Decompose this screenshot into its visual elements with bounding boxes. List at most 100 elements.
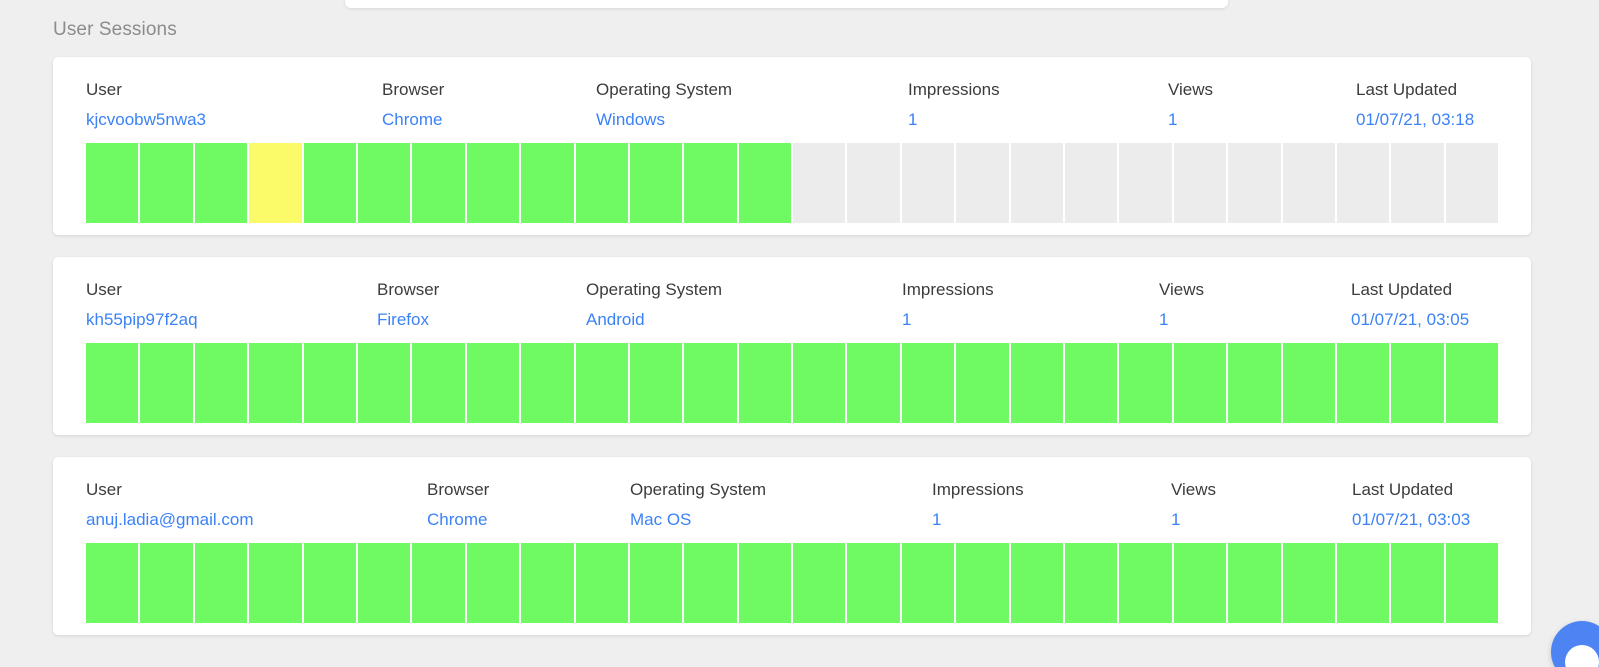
- activity-segment-gray[interactable]: [1282, 143, 1335, 223]
- activity-segment-green[interactable]: [901, 543, 955, 623]
- column-value-impressions[interactable]: 1: [908, 111, 1000, 128]
- column-value-user[interactable]: anuj.ladia@gmail.com: [86, 511, 254, 528]
- activity-segment-green[interactable]: [738, 343, 792, 423]
- activity-segment-gray[interactable]: [847, 143, 900, 223]
- activity-segment-green[interactable]: [575, 143, 628, 223]
- activity-segment-green[interactable]: [466, 343, 520, 423]
- activity-segment-green[interactable]: [521, 543, 574, 623]
- activity-segment-green[interactable]: [412, 343, 465, 423]
- activity-segment-green[interactable]: [303, 343, 356, 423]
- activity-segment-green[interactable]: [466, 543, 520, 623]
- activity-segment-green[interactable]: [466, 143, 520, 223]
- activity-segment-green[interactable]: [1010, 343, 1064, 423]
- column-value-browser[interactable]: Firefox: [377, 311, 439, 328]
- activity-segment-green[interactable]: [793, 543, 846, 623]
- activity-segment-green[interactable]: [194, 543, 248, 623]
- activity-segment-green[interactable]: [1119, 343, 1172, 423]
- activity-segment-green[interactable]: [956, 343, 1009, 423]
- activity-segment-green[interactable]: [1282, 543, 1335, 623]
- activity-segment-green[interactable]: [575, 543, 628, 623]
- column-value-views[interactable]: 1: [1168, 111, 1213, 128]
- activity-segment-green[interactable]: [1065, 343, 1118, 423]
- activity-segment-green[interactable]: [629, 143, 683, 223]
- activity-segment-green[interactable]: [1010, 543, 1064, 623]
- activity-segment-green[interactable]: [1228, 543, 1281, 623]
- activity-segment-green[interactable]: [1282, 343, 1335, 423]
- activity-segment-green[interactable]: [629, 343, 683, 423]
- column-value-impressions[interactable]: 1: [932, 511, 1024, 528]
- activity-segment-green[interactable]: [629, 543, 683, 623]
- activity-segment-green[interactable]: [956, 543, 1009, 623]
- column-value-last-updated[interactable]: 01/07/21, 03:18: [1356, 111, 1474, 128]
- column-value-operating-system[interactable]: Windows: [596, 111, 732, 128]
- activity-segment-gray[interactable]: [956, 143, 1009, 223]
- activity-segment-gray[interactable]: [1228, 143, 1281, 223]
- activity-segment-green[interactable]: [1065, 543, 1118, 623]
- activity-segment-green[interactable]: [194, 343, 248, 423]
- activity-segment-green[interactable]: [521, 343, 574, 423]
- activity-segment-green[interactable]: [738, 543, 792, 623]
- activity-segment-green[interactable]: [412, 543, 465, 623]
- activity-segment-gray[interactable]: [1336, 143, 1390, 223]
- column-value-operating-system[interactable]: Android: [586, 311, 722, 328]
- activity-segment-green[interactable]: [86, 543, 139, 623]
- activity-segment-green[interactable]: [1119, 543, 1172, 623]
- session-columns: User kjcvoobw5nwa3 Browser Chrome Operating …: [86, 81, 1498, 137]
- activity-segment-green[interactable]: [140, 143, 193, 223]
- activity-segment-green[interactable]: [847, 343, 900, 423]
- activity-segment-green[interactable]: [901, 343, 955, 423]
- activity-segment-gray[interactable]: [1010, 143, 1064, 223]
- column-value-user[interactable]: kjcvoobw5nwa3: [86, 111, 206, 128]
- column-header-user: User: [86, 80, 122, 99]
- activity-segment-green[interactable]: [793, 343, 846, 423]
- activity-segment-yellow[interactable]: [249, 143, 302, 223]
- activity-segment-green[interactable]: [1391, 543, 1444, 623]
- activity-segment-green[interactable]: [1445, 343, 1499, 423]
- column-value-browser[interactable]: Chrome: [427, 511, 489, 528]
- activity-segment-gray[interactable]: [1173, 143, 1227, 223]
- chat-fab-button[interactable]: [1551, 621, 1599, 667]
- activity-segment-green[interactable]: [303, 143, 356, 223]
- activity-segment-green[interactable]: [521, 143, 574, 223]
- activity-segment-green[interactable]: [357, 143, 411, 223]
- activity-segment-green[interactable]: [1445, 543, 1499, 623]
- column-value-impressions[interactable]: 1: [902, 311, 994, 328]
- activity-segment-green[interactable]: [684, 143, 737, 223]
- activity-segment-green[interactable]: [684, 543, 737, 623]
- column-value-last-updated[interactable]: 01/07/21, 03:05: [1351, 311, 1469, 328]
- activity-segment-green[interactable]: [1336, 543, 1390, 623]
- activity-segment-green[interactable]: [738, 143, 792, 223]
- activity-segment-gray[interactable]: [1065, 143, 1118, 223]
- column-value-views[interactable]: 1: [1171, 511, 1216, 528]
- activity-segment-green[interactable]: [140, 343, 193, 423]
- activity-segment-green[interactable]: [357, 343, 411, 423]
- activity-segment-green[interactable]: [86, 343, 139, 423]
- activity-segment-green[interactable]: [847, 543, 900, 623]
- activity-segment-green[interactable]: [1173, 343, 1227, 423]
- column-value-views[interactable]: 1: [1159, 311, 1204, 328]
- activity-segment-gray[interactable]: [901, 143, 955, 223]
- column-value-last-updated[interactable]: 01/07/21, 03:03: [1352, 511, 1470, 528]
- activity-segment-green[interactable]: [140, 543, 193, 623]
- activity-segment-green[interactable]: [1391, 343, 1444, 423]
- activity-segment-green[interactable]: [684, 343, 737, 423]
- activity-segment-green[interactable]: [1228, 343, 1281, 423]
- activity-segment-green[interactable]: [357, 543, 411, 623]
- column-value-user[interactable]: kh55pip97f2aq: [86, 311, 198, 328]
- activity-segment-green[interactable]: [1336, 343, 1390, 423]
- activity-segment-gray[interactable]: [793, 143, 846, 223]
- activity-segment-green[interactable]: [412, 143, 465, 223]
- activity-segment-green[interactable]: [86, 143, 139, 223]
- column-header-last-updated: Last Updated: [1356, 80, 1458, 99]
- activity-segment-green[interactable]: [249, 343, 302, 423]
- activity-segment-green[interactable]: [249, 543, 302, 623]
- activity-segment-green[interactable]: [194, 143, 248, 223]
- activity-segment-gray[interactable]: [1119, 143, 1172, 223]
- activity-segment-gray[interactable]: [1391, 143, 1444, 223]
- activity-segment-green[interactable]: [575, 343, 628, 423]
- activity-segment-green[interactable]: [303, 543, 356, 623]
- activity-segment-gray[interactable]: [1445, 143, 1499, 223]
- column-value-browser[interactable]: Chrome: [382, 111, 444, 128]
- column-value-operating-system[interactable]: Mac OS: [630, 511, 766, 528]
- activity-segment-green[interactable]: [1173, 543, 1227, 623]
